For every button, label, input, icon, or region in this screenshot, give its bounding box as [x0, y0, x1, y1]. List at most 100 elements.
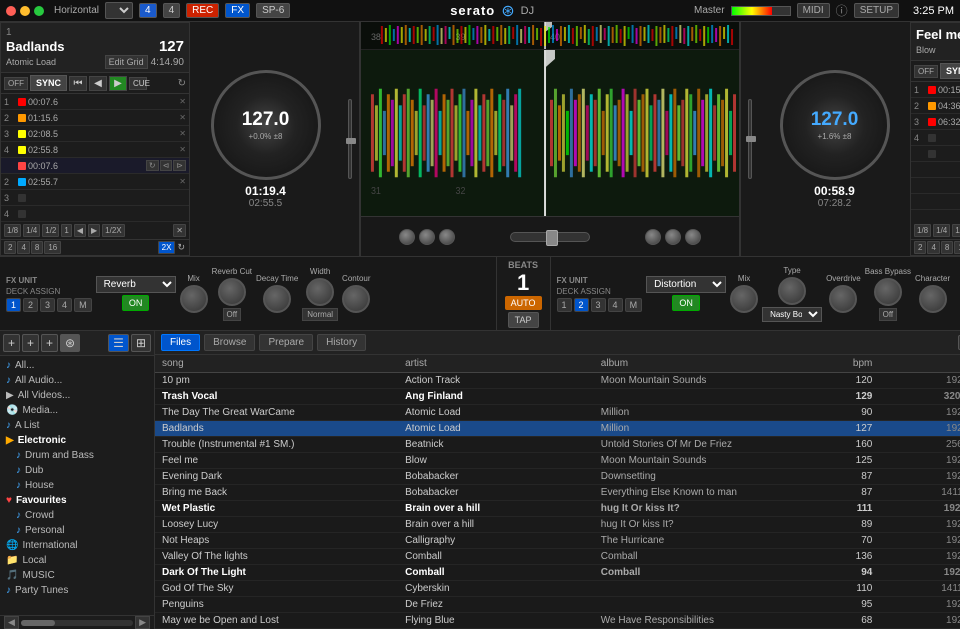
- fx2-type-select[interactable]: Nasty Boy: [762, 307, 822, 322]
- table-row[interactable]: Wet Plastic Brain over a hill hug It Or …: [155, 501, 960, 517]
- sidebar-item-dub[interactable]: ♪ Dub: [0, 463, 154, 478]
- loop-1-2[interactable]: 1/2: [42, 224, 59, 237]
- sidebar-list-view-btn[interactable]: ☰: [108, 334, 129, 352]
- table-row[interactable]: Bring me Back Bobabacker Everything Else…: [155, 485, 960, 501]
- beats-1-tap[interactable]: TAP: [508, 312, 539, 328]
- tab-prepare[interactable]: Prepare: [259, 334, 313, 351]
- pitch-handle-1[interactable]: [346, 138, 356, 144]
- loop-1[interactable]: 1: [61, 224, 71, 237]
- fx2-character-knob[interactable]: [919, 285, 947, 313]
- minimize-icon[interactable]: [20, 6, 30, 16]
- close-icon[interactable]: [6, 6, 16, 16]
- table-row[interactable]: Evening Dark Bobabacker Downsetting 87 1…: [155, 469, 960, 485]
- fx2-deck-4[interactable]: 4: [608, 298, 623, 312]
- loop-arrow-right[interactable]: ▶: [88, 224, 100, 237]
- deck-2-sync-btn[interactable]: SYNC: [940, 63, 960, 79]
- pitch-handle-2[interactable]: [746, 136, 756, 142]
- channels-btn[interactable]: 4: [163, 3, 181, 18]
- eq-mid-1[interactable]: [419, 229, 435, 245]
- track-remove[interactable]: ✕: [179, 97, 186, 106]
- sidebar-add-folder-btn[interactable]: +: [22, 334, 39, 352]
- fx1-on-btn[interactable]: ON: [122, 295, 150, 311]
- sidebar-item-all[interactable]: ♪ All...: [0, 358, 154, 373]
- loop-x[interactable]: ✕: [173, 224, 186, 237]
- deck-1-edit-grid[interactable]: Edit Grid: [105, 55, 148, 69]
- deck-1-cue-btn[interactable]: CUE: [129, 77, 147, 90]
- deck-1-prev-btn[interactable]: ⏮: [69, 76, 87, 91]
- fx2-mix-knob-control[interactable]: [730, 285, 758, 313]
- track-remove[interactable]: ✕: [179, 129, 186, 138]
- fx2-type-knob[interactable]: [778, 277, 806, 305]
- fx2-overdrive-knob[interactable]: [829, 285, 857, 313]
- sidebar-item-all-audio[interactable]: ♪ All Audio...: [0, 373, 154, 388]
- tab-history[interactable]: History: [317, 334, 366, 351]
- eq-lo-2[interactable]: [685, 229, 701, 245]
- loop2-1-8[interactable]: 1/8: [914, 224, 931, 237]
- num2-2[interactable]: 2: [914, 241, 926, 254]
- fx1-off-label[interactable]: Off: [223, 308, 242, 321]
- platter-2-circle[interactable]: 127.0 +1.6% ±8: [780, 70, 890, 180]
- table-row[interactable]: The Day The Great WarCame Atomic Load Mi…: [155, 405, 960, 421]
- layout-dropdown[interactable]: [105, 2, 133, 19]
- track-btn[interactable]: ⊲: [160, 160, 173, 171]
- sidebar-item-media[interactable]: 💿 Media...: [0, 403, 154, 418]
- fx2-effect-select[interactable]: Distortion: [646, 276, 726, 293]
- tab-files[interactable]: Files: [161, 334, 200, 351]
- sidebar-item-a-list[interactable]: ♪ A List: [0, 418, 154, 433]
- fx2-deck-3[interactable]: 3: [591, 298, 606, 312]
- platter-1-circle[interactable]: 127.0 +0.0% ±8: [211, 70, 321, 180]
- eq-lo-1[interactable]: [439, 229, 455, 245]
- table-row[interactable]: Trash Vocal Ang Finland 129 320.0kbps 07…: [155, 389, 960, 405]
- pitch-slider-1[interactable]: [341, 22, 359, 256]
- sidebar-item-electronic[interactable]: ▶ Electronic: [0, 433, 154, 448]
- fx2-deck-2[interactable]: 2: [574, 298, 589, 312]
- fx1-effect-select[interactable]: Reverb: [96, 276, 176, 293]
- loop-1-8[interactable]: 1/8: [4, 224, 21, 237]
- loop2-1-4[interactable]: 1/4: [933, 224, 950, 237]
- deck-1-play-btn[interactable]: ▶: [109, 76, 127, 91]
- fx1-width-val[interactable]: Normal: [302, 308, 338, 321]
- fx1-deck-m[interactable]: M: [74, 298, 92, 312]
- table-row[interactable]: Badlands Atomic Load Million 127 192.0kb…: [155, 421, 960, 437]
- sidebar-item-international[interactable]: 🌐 International: [0, 538, 154, 553]
- fx2-deck-m[interactable]: M: [625, 298, 643, 312]
- th-bpm[interactable]: bpm: [793, 357, 875, 370]
- sidebar-item-music[interactable]: 🎵 MUSIC: [0, 568, 154, 583]
- track-remove[interactable]: ✕: [179, 145, 186, 154]
- sidebar-scroll-left[interactable]: ◀: [4, 616, 19, 629]
- sidebar-item-local[interactable]: 📁 Local: [0, 553, 154, 568]
- sidebar-grid-view-btn[interactable]: ⊞: [131, 334, 151, 352]
- num-4[interactable]: 4: [17, 241, 29, 254]
- channels-4-btn[interactable]: 4: [139, 3, 157, 18]
- sidebar-add-crate-btn[interactable]: +: [41, 334, 58, 352]
- loop-arrow-left[interactable]: ◀: [74, 224, 86, 237]
- sidebar-item-favourites[interactable]: ♥ Favourites: [0, 493, 154, 508]
- th-bitrate[interactable]: bitrate: [875, 357, 960, 370]
- table-row[interactable]: Not Heaps Calligraphy The Hurricane 70 1…: [155, 533, 960, 549]
- fx1-deck-4[interactable]: 4: [57, 298, 72, 312]
- track-loop-btn[interactable]: ↻: [146, 160, 159, 171]
- num-8[interactable]: 8: [31, 241, 43, 254]
- sidebar-item-all-videos[interactable]: ▶ All Videos...: [0, 388, 154, 403]
- table-row[interactable]: 10 pm Action Track Moon Mountain Sounds …: [155, 373, 960, 389]
- fx1-width-knob[interactable]: [306, 278, 334, 306]
- sidebar-scrolltrack[interactable]: [21, 620, 133, 626]
- th-song[interactable]: song: [159, 357, 402, 370]
- crossfader[interactable]: [510, 232, 590, 242]
- tab-browse[interactable]: Browse: [204, 334, 255, 351]
- sidebar-crate-icon[interactable]: ⊛: [60, 334, 80, 352]
- sidebar-item-house[interactable]: ♪ House: [0, 478, 154, 493]
- sidebar-item-crowd[interactable]: ♪ Crowd: [0, 508, 154, 523]
- fx1-decay-knob[interactable]: [263, 285, 291, 313]
- num2-16[interactable]: 16: [954, 241, 960, 254]
- track-btn2[interactable]: ⊳: [173, 160, 186, 171]
- table-row[interactable]: Dark Of The Light Comball Comball 94 192…: [155, 565, 960, 581]
- setup-btn[interactable]: SETUP: [854, 3, 899, 18]
- loop2-1-2[interactable]: 1/2: [952, 224, 960, 237]
- fx1-mix-knob-control[interactable]: [180, 285, 208, 313]
- sidebar-item-personal[interactable]: ♪ Personal: [0, 523, 154, 538]
- sidebar-scroll-right[interactable]: ▶: [135, 616, 150, 629]
- fx1-reverb-cut-knob[interactable]: [218, 278, 246, 306]
- fx1-deck-1[interactable]: 1: [6, 298, 21, 312]
- fx1-deck-2[interactable]: 2: [23, 298, 38, 312]
